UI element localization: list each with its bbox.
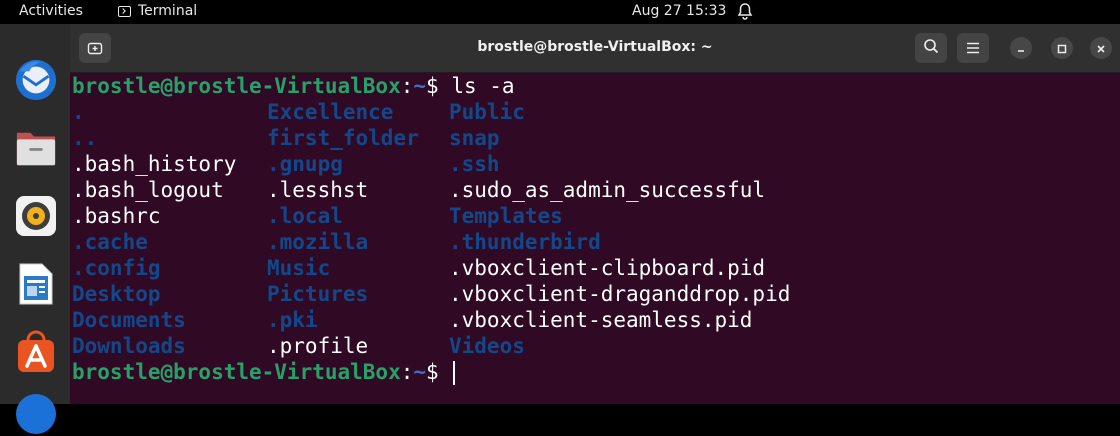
listing-row: . Excellence Public: [72, 99, 1118, 125]
file-entry: .vboxclient-seamless.pid: [449, 308, 753, 332]
directory-entry: .cache: [72, 230, 148, 254]
directory-entry: ..: [72, 126, 98, 150]
prompt-separator: :: [400, 360, 414, 384]
directory-entry: Videos: [449, 334, 525, 358]
files-icon[interactable]: [14, 126, 58, 170]
directory-entry: Desktop: [72, 282, 161, 306]
listing-row: .bash_history .gnupg .ssh: [72, 151, 1118, 177]
directory-entry: .mozilla: [267, 230, 369, 254]
listing-row: .cache .mozilla .thunderbird: [72, 229, 1118, 255]
close-icon: [1096, 39, 1106, 58]
search-icon: [923, 38, 939, 58]
help-icon[interactable]: [14, 392, 58, 436]
prompt-path: ~: [413, 74, 427, 98]
prompt-line: brostle@brostle-VirtualBox:~$: [72, 359, 1118, 385]
listing-row: Downloads .profile Videos: [72, 333, 1118, 359]
directory-entry: .gnupg: [267, 152, 343, 176]
listing-row: .. first_folder snap: [72, 125, 1118, 151]
thunderbird-icon[interactable]: [14, 58, 58, 102]
directory-entry: Downloads: [72, 334, 186, 358]
file-entry: .bashrc: [72, 204, 161, 228]
app-menu[interactable]: Terminal: [118, 3, 197, 19]
app-center-icon[interactable]: [14, 330, 58, 374]
header-bar: brostle@brostle-VirtualBox: ~: [70, 24, 1120, 73]
directory-entry: Pictures: [267, 282, 369, 306]
directory-entry: Documents: [72, 308, 186, 332]
terminal-window: brostle@brostle-VirtualBox: ~ brostle@br…: [70, 24, 1120, 404]
listing-row: .bashrc .local Templates: [72, 203, 1118, 229]
prompt-user: brostle@brostle-VirtualBox: [72, 360, 401, 384]
file-entry: .bash_history: [72, 152, 237, 176]
maximize-icon: [1057, 39, 1067, 58]
directory-entry: Templates: [449, 204, 563, 228]
file-entry: .sudo_as_admin_successful: [449, 178, 766, 202]
menu-button[interactable]: [957, 33, 989, 63]
activities-button[interactable]: Activities: [19, 3, 83, 19]
listing-row: Documents .pki .vboxclient-seamless.pid: [72, 307, 1118, 333]
directory-entry: .local: [267, 204, 343, 228]
clock[interactable]: Aug 27 15:33: [632, 3, 726, 19]
directory-entry: snap: [449, 126, 500, 150]
directory-entry: .thunderbird: [449, 230, 601, 254]
app-menu-label: Terminal: [138, 3, 198, 19]
text-cursor: [453, 361, 456, 385]
terminal-icon: [118, 5, 131, 17]
libreoffice-writer-icon[interactable]: [14, 262, 58, 306]
prompt-symbol: $: [426, 360, 452, 384]
minimize-icon: [1016, 39, 1026, 58]
directory-entry: Music: [267, 256, 331, 280]
directory-entry: .config: [72, 256, 161, 280]
file-entry: .lesshst: [267, 178, 369, 202]
directory-entry: first_folder: [267, 126, 419, 150]
maximize-button[interactable]: [1051, 37, 1073, 59]
directory-entry: .: [72, 100, 85, 124]
file-entry: .vboxclient-draganddrop.pid: [449, 282, 791, 306]
rhythmbox-icon[interactable]: [14, 194, 58, 238]
bell-icon[interactable]: [737, 2, 753, 24]
listing-row: .bash_logout .lesshst .sudo_as_admin_succe…: [72, 177, 1118, 203]
command-text: ls -a: [451, 74, 515, 98]
file-entry: .profile: [267, 334, 369, 358]
search-button[interactable]: [915, 33, 947, 63]
listing-row: Desktop Pictures .vboxclient-draganddrop.p…: [72, 281, 1118, 307]
directory-entry: .ssh: [449, 152, 500, 176]
close-button[interactable]: [1090, 37, 1112, 59]
hamburger-icon: [966, 39, 980, 58]
top-bar: Activities Terminal Aug 27 15:33: [0, 0, 1120, 24]
prompt-user: brostle@brostle-VirtualBox: [72, 74, 401, 98]
minimize-button[interactable]: [1010, 37, 1032, 59]
file-entry: .bash_logout: [72, 178, 224, 202]
prompt-symbol: $: [426, 74, 452, 98]
command-line: brostle@brostle-VirtualBox:~$ ls -a: [72, 73, 1118, 99]
dock: [0, 24, 70, 434]
listing-row: .config Music .vboxclient-clipboard.pid: [72, 255, 1118, 281]
prompt-separator: :: [400, 74, 414, 98]
file-entry: .vboxclient-clipboard.pid: [449, 256, 766, 280]
terminal-output[interactable]: brostle@brostle-VirtualBox:~$ ls -a . Exc…: [72, 73, 1118, 385]
directory-entry: Public: [449, 100, 525, 124]
directory-entry: .pki: [267, 308, 318, 332]
directory-entry: Excellence: [267, 100, 394, 124]
prompt-path: ~: [413, 360, 427, 384]
